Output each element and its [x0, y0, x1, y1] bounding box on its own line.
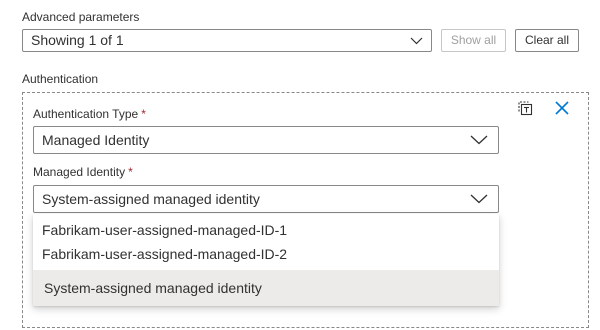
show-all-button[interactable]: Show all: [441, 29, 506, 52]
managed-identity-label-text: Managed Identity: [33, 165, 126, 179]
authentication-type-value: Managed Identity: [42, 132, 150, 148]
dropdown-option-user-id-1[interactable]: Fabrikam-user-assigned-managed-ID-1: [33, 218, 499, 242]
advanced-parameters-value: Showing 1 of 1: [31, 32, 124, 48]
authentication-type-select[interactable]: Managed Identity: [33, 126, 499, 154]
authentication-type-label-text: Authentication Type: [33, 107, 139, 121]
clear-all-button[interactable]: Clear all: [515, 29, 579, 52]
required-marker: *: [141, 107, 146, 121]
authentication-section-label: Authentication: [22, 72, 99, 86]
chevron-down-icon: [470, 135, 488, 145]
dropdown-option-system-assigned[interactable]: System-assigned managed identity: [33, 270, 499, 306]
required-marker: *: [128, 165, 133, 179]
chevron-down-icon: [410, 37, 423, 44]
managed-identity-value: System-assigned managed identity: [42, 191, 260, 207]
close-button[interactable]: [552, 98, 572, 118]
dropdown-option-user-id-2[interactable]: Fabrikam-user-assigned-managed-ID-2: [33, 242, 499, 266]
close-icon: [555, 101, 569, 115]
copy-icon: [518, 101, 533, 116]
managed-identity-label: Managed Identity *: [33, 164, 133, 180]
managed-identity-dropdown: Fabrikam-user-assigned-managed-ID-1 Fabr…: [33, 214, 499, 306]
advanced-parameters-label: Advanced parameters: [22, 10, 140, 24]
chevron-down-icon: [470, 194, 488, 204]
copy-button[interactable]: [515, 98, 535, 118]
authentication-type-label: Authentication Type *: [33, 106, 146, 122]
page: Advanced parameters Showing 1 of 1 Show …: [0, 0, 600, 330]
managed-identity-select[interactable]: System-assigned managed identity: [33, 185, 499, 213]
advanced-parameters-select[interactable]: Showing 1 of 1: [22, 29, 432, 52]
